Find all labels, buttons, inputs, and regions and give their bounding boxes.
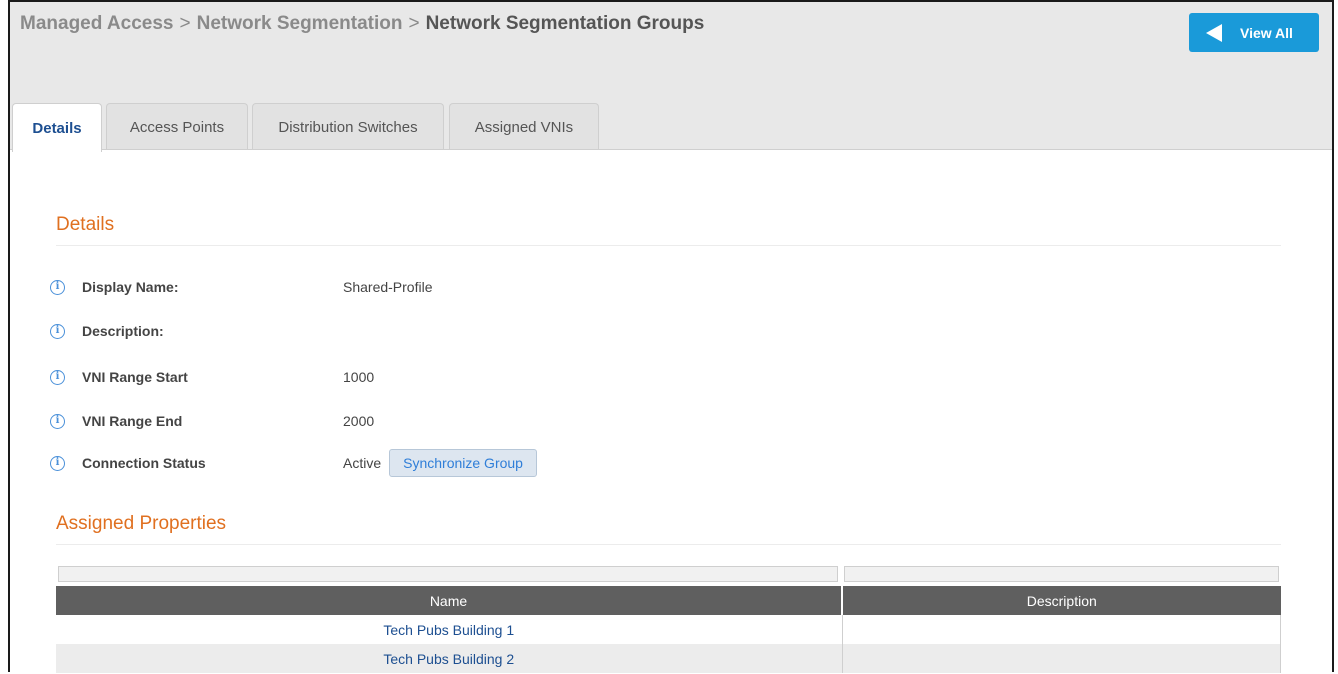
field-label: Connection Status	[82, 455, 206, 471]
breadcrumb: Managed Access > Network Segmentation > Netw…	[20, 13, 704, 35]
description-filter-input[interactable]	[844, 566, 1279, 582]
field-label: VNI Range Start	[82, 369, 188, 385]
tab-assigned-vnis-label: Assigned VNIs	[474, 118, 574, 136]
table-header-row: Name Description	[56, 586, 1281, 615]
tab-details-label: Details	[32, 119, 82, 137]
table-row[interactable]: Tech Pubs Building 2	[56, 644, 1281, 673]
assigned-properties-title: Assigned Properties	[56, 513, 227, 534]
info-icon[interactable]: i	[50, 323, 65, 339]
page-frame: Managed Access > Network Segmentation > Netw…	[8, 0, 1334, 674]
breadcrumb-network-segmentation[interactable]: Network Segmentation	[197, 13, 403, 34]
view-all-button[interactable]: View All	[1189, 13, 1319, 52]
field-value: 2000	[343, 413, 375, 429]
field-label: Display Name:	[82, 279, 179, 295]
breadcrumb-managed-access[interactable]: Managed Access	[20, 13, 173, 34]
info-icon[interactable]: i	[50, 369, 65, 385]
tab-distribution-switches[interactable]: Distribution Switches	[252, 103, 444, 150]
view-all-label: View All	[1240, 24, 1293, 41]
tab-assigned-vnis[interactable]: Assigned VNIs	[449, 103, 599, 150]
column-header-name[interactable]: Name	[56, 586, 843, 615]
breadcrumb-separator: >	[408, 13, 420, 34]
table-row[interactable]: Tech Pubs Building 1	[56, 615, 1281, 644]
synchronize-group-button[interactable]: Synchronize Group	[389, 449, 537, 477]
property-name-link[interactable]: Tech Pubs Building 2	[56, 644, 843, 673]
tab-details[interactable]: Details	[12, 103, 102, 152]
details-section-title: Details	[56, 214, 115, 235]
field-value: Shared-Profile	[343, 279, 433, 295]
assigned-properties-table: Name Description Tech Pubs Building 1 Te…	[56, 586, 1281, 673]
field-connection-status: i Connection Status Active Synchronize G…	[50, 449, 537, 477]
breadcrumb-current: Network Segmentation Groups	[425, 13, 705, 34]
property-name-link[interactable]: Tech Pubs Building 1	[56, 615, 843, 644]
field-label: Description:	[82, 323, 164, 339]
field-value: 1000	[343, 369, 375, 385]
column-header-description[interactable]: Description	[842, 586, 1281, 615]
details-divider	[56, 245, 1281, 246]
tab-access-points-label: Access Points	[129, 118, 225, 136]
connection-status-value: Active	[343, 455, 382, 471]
name-filter-input[interactable]	[58, 566, 838, 582]
assigned-properties-divider	[56, 544, 1281, 545]
field-description: i Description:	[50, 319, 164, 343]
info-icon[interactable]: i	[50, 455, 65, 471]
details-panel: Details i Display Name: Shared-Profile i…	[10, 149, 1332, 674]
left-triangle-icon	[1206, 23, 1222, 42]
field-vni-range-end: i VNI Range End 2000	[50, 409, 374, 433]
tab-access-points[interactable]: Access Points	[106, 103, 248, 150]
field-label: VNI Range End	[82, 413, 183, 429]
info-icon[interactable]: i	[50, 279, 65, 295]
breadcrumb-separator: >	[179, 13, 191, 34]
info-icon[interactable]: i	[50, 413, 65, 429]
property-description	[842, 615, 1281, 644]
property-description	[842, 644, 1281, 673]
field-value-group: Active Synchronize Group	[343, 449, 537, 477]
tab-distribution-switches-label: Distribution Switches	[278, 118, 418, 136]
field-vni-range-start: i VNI Range Start 1000	[50, 365, 374, 389]
field-display-name: i Display Name: Shared-Profile	[50, 275, 433, 299]
page-header: Managed Access > Network Segmentation > Netw…	[10, 2, 1332, 152]
